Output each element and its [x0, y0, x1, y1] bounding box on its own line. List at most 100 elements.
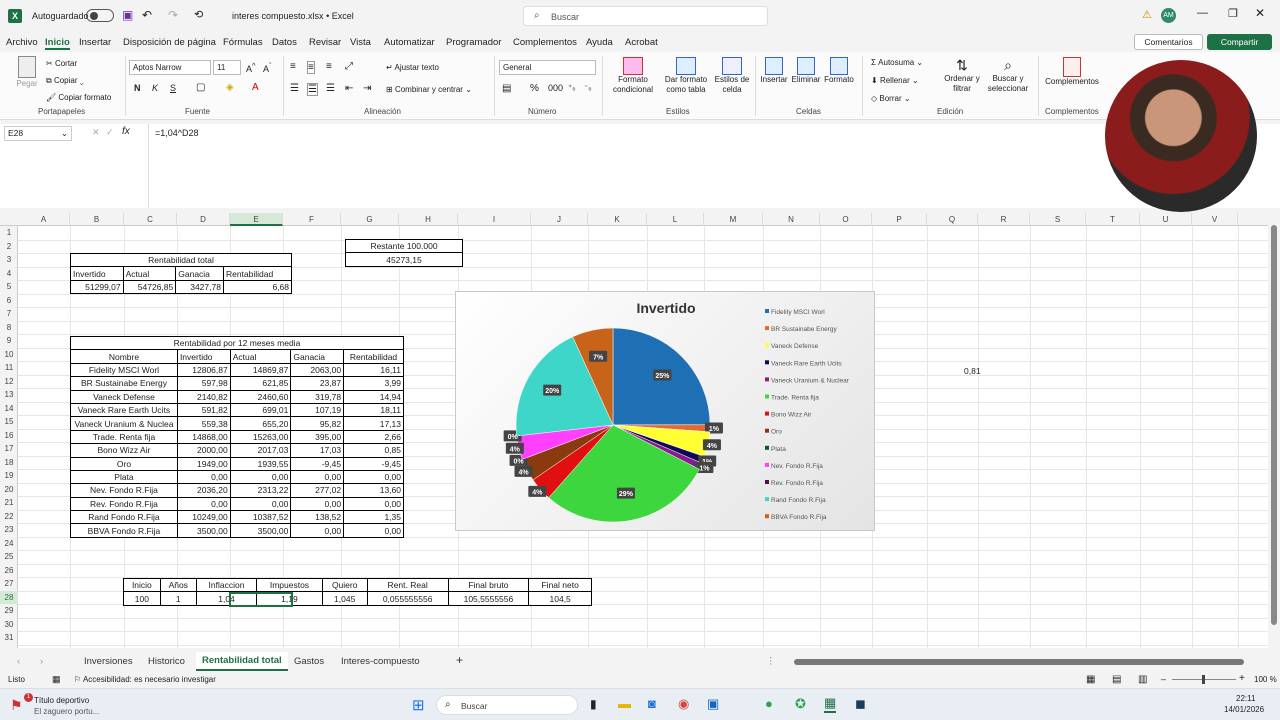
redo-icon[interactable]: ↷	[168, 8, 178, 22]
percent-icon[interactable]: %	[530, 83, 539, 94]
macro-icon[interactable]: ▦	[52, 674, 61, 685]
column-header-b[interactable]: B	[70, 213, 124, 226]
value-cell[interactable]: 18,11	[343, 402, 404, 418]
column-header-t[interactable]: T	[1086, 213, 1140, 226]
tab-archivo[interactable]: Archivo	[6, 37, 38, 48]
italic-button[interactable]: K	[152, 83, 158, 93]
column-header-e[interactable]: E	[230, 213, 283, 226]
cut-button[interactable]: ✂ Cortar	[46, 59, 77, 68]
value-cell[interactable]: 0,00	[290, 469, 345, 485]
value-cell[interactable]: 1,045	[321, 591, 368, 606]
horizontal-scroll-thumb[interactable]	[794, 659, 1244, 665]
row-header-31[interactable]: 31	[0, 631, 18, 645]
fund-name-cell[interactable]: Trade. Renta fija	[70, 429, 178, 445]
insert-function-icon[interactable]: fx	[122, 126, 130, 137]
row-header-23[interactable]: 23	[0, 523, 18, 537]
fund-name-cell[interactable]: Rev. Fondo R.Fija	[70, 496, 178, 512]
column-header-q[interactable]: Q	[927, 213, 978, 226]
column-header-a[interactable]: A	[18, 213, 70, 226]
value-cell[interactable]: 105,5555556	[447, 591, 530, 606]
value-cell[interactable]: 100	[123, 591, 161, 606]
taskbar-search[interactable]: ⌕ Buscar	[436, 695, 578, 715]
bold-button[interactable]: N	[134, 83, 141, 93]
tab-insertar[interactable]: Insertar	[79, 37, 111, 48]
tab-automatizar[interactable]: Automatizar	[384, 37, 435, 48]
value-cell[interactable]: 3500,00	[229, 523, 292, 538]
app-green-icon[interactable]: ✪	[795, 696, 806, 712]
accounting-icon[interactable]: ▤	[502, 83, 511, 94]
tab-formulas[interactable]: Fórmulas	[223, 37, 263, 48]
font-color-icon[interactable]: A	[252, 82, 259, 93]
undo-icon[interactable]: ↶	[142, 8, 152, 22]
insert-cells-button[interactable]: Insertar	[760, 57, 788, 84]
value-cell[interactable]: 2036,20	[176, 483, 231, 498]
sheet-tab-rentabilidad-total[interactable]: Rentabilidad total	[196, 652, 288, 671]
value-cell[interactable]: 2313,22	[229, 483, 292, 498]
header-cell[interactable]: Rent. Real	[366, 577, 449, 593]
conditional-format-button[interactable]: Formato condicional	[608, 57, 658, 95]
fund-name-cell[interactable]: Plata	[70, 469, 178, 485]
fund-name-cell[interactable]: Fidelity MSCI Worl	[70, 362, 178, 378]
value-cell[interactable]: 104,5	[528, 591, 592, 606]
fund-name-cell[interactable]: Nev. Fondo R.Fija	[70, 483, 178, 498]
tab-disposicion[interactable]: Disposición de página	[123, 37, 216, 48]
value-cell[interactable]: -9,45	[343, 456, 404, 471]
value-cell[interactable]: 1939,55	[229, 456, 292, 471]
header-cell[interactable]: Quiero	[321, 577, 368, 593]
value-cell[interactable]: 17,03	[290, 443, 345, 458]
restore-icon[interactable]: ❐	[1228, 7, 1238, 20]
page-break-icon[interactable]: ▥	[1138, 674, 1147, 685]
zoom-slider[interactable]	[1172, 675, 1236, 684]
align-middle-icon[interactable]: ≡	[307, 61, 315, 74]
value-cell[interactable]: 23,87	[290, 376, 345, 391]
minimize-icon[interactable]: —	[1197, 7, 1208, 19]
share-button[interactable]: Compartir	[1207, 34, 1272, 50]
fund-name-cell[interactable]: BBVA Fondo R.Fija	[70, 523, 178, 538]
orientation-icon[interactable]: ⤢	[345, 61, 353, 72]
header-cell[interactable]: Rentabilidad	[222, 266, 293, 281]
value-cell[interactable]: 12806,87	[176, 362, 231, 378]
row-header-9[interactable]: 9	[0, 334, 18, 348]
next-sheet-icon[interactable]: ›	[40, 656, 43, 667]
align-bottom-icon[interactable]: ≡	[326, 61, 332, 72]
column-header-i[interactable]: I	[458, 213, 531, 226]
align-left-icon[interactable]: ☰	[290, 83, 299, 94]
row-header-29[interactable]: 29	[0, 604, 18, 618]
tab-ayuda[interactable]: Ayuda	[586, 37, 613, 48]
number-format-select[interactable]: General	[499, 60, 596, 75]
value-cell[interactable]: 138,52	[290, 510, 345, 525]
row-header-4[interactable]: 4	[0, 267, 18, 281]
fund-name-cell[interactable]: Rand Fondo R.Fija	[70, 510, 178, 525]
value-cell[interactable]: 597,98	[176, 376, 231, 391]
align-right-icon[interactable]: ☰	[326, 83, 335, 94]
value-cell[interactable]: 395,00	[290, 429, 345, 445]
cell-styles-button[interactable]: Estilos de celda	[713, 57, 751, 95]
value-cell[interactable]: 10387,52	[229, 510, 292, 525]
align-center-icon[interactable]: ☰	[307, 83, 318, 96]
formula-input[interactable]: =1,04^D28	[148, 124, 1268, 208]
header-cell[interactable]: Inflaccion	[195, 577, 258, 593]
value-cell[interactable]: 699,01	[229, 402, 292, 418]
header-cell[interactable]: Inicio	[123, 577, 161, 593]
value-cell[interactable]: 0,00	[176, 496, 231, 512]
search-box[interactable]: ⌕ Buscar	[523, 6, 768, 26]
fund-name-cell[interactable]: Bono Wizz Air	[70, 443, 178, 458]
value-cell[interactable]: 14868,00	[176, 429, 231, 445]
monthly-title[interactable]: Rentabilidad por 12 meses media	[70, 335, 404, 351]
header-cell[interactable]: Invertido	[176, 349, 231, 364]
value-cell[interactable]: 0,00	[176, 469, 231, 485]
excel-taskbar-icon[interactable]: ▦	[824, 695, 837, 713]
value-cell[interactable]: 1949,00	[176, 456, 231, 471]
news-widget[interactable]: ⚑ 1 Título deportivo El zaguero portu...	[6, 693, 146, 717]
enter-icon[interactable]: ✓	[106, 127, 114, 138]
normal-view-icon[interactable]: ▦	[1086, 674, 1095, 685]
sort-filter-button[interactable]: ⇅ Ordenar y filtrar	[942, 57, 982, 94]
copy-button[interactable]: ⧉ Copiar ⌄	[46, 76, 84, 86]
fund-name-cell[interactable]: Vaneck Defense	[70, 389, 178, 404]
value-cell[interactable]: 591,82	[176, 402, 231, 418]
format-cells-button[interactable]: Formato	[824, 57, 854, 84]
tab-revisar[interactable]: Revisar	[309, 37, 341, 48]
underline-button[interactable]: S	[170, 83, 176, 93]
format-painter-button[interactable]: 🖌 Copiar formato	[46, 93, 111, 102]
value-cell[interactable]: 0,00	[343, 523, 404, 538]
